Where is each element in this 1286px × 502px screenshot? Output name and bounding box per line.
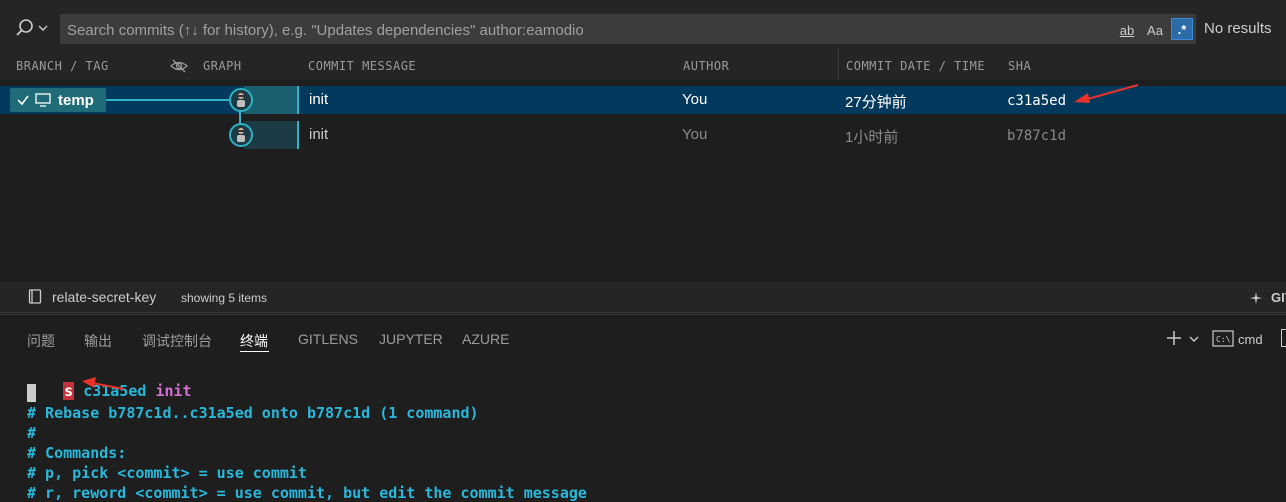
shell-name[interactable]: cmd [1238, 332, 1263, 347]
regex-toggle[interactable]: .* [1171, 18, 1193, 40]
repo-icon [28, 289, 42, 304]
match-case-toggle[interactable]: Aa [1143, 20, 1167, 40]
column-commit-message[interactable]: COMMIT MESSAGE [308, 59, 416, 73]
terminal-line: # Commands: [27, 444, 127, 462]
commit-search-bar: ab Aa .* No results [0, 0, 1286, 56]
search-icon [16, 19, 33, 36]
graph-status-bar: relate-secret-key showing 5 items GIT [0, 282, 1286, 313]
search-input[interactable] [65, 18, 1109, 42]
match-case-label: Aa [1147, 22, 1163, 38]
commit-message: init [309, 126, 329, 143]
repo-name[interactable]: relate-secret-key [52, 289, 156, 305]
avatar-icon [237, 93, 245, 107]
search-mode-toggle[interactable] [14, 14, 54, 42]
terminal-line: # r, reword <commit> = use commit, but e… [27, 484, 587, 502]
search-input-box: ab Aa .* [60, 14, 1196, 44]
showing-count: showing 5 items [181, 291, 268, 305]
match-whole-word-toggle[interactable]: ab [1115, 20, 1139, 40]
tab-problems[interactable]: 问题 [27, 331, 55, 351]
commit-sha: c31a5ed [1007, 93, 1067, 109]
sparkle-icon [1250, 292, 1262, 304]
monitor-icon [35, 93, 51, 107]
column-divider [838, 48, 839, 80]
commit-node-avatar[interactable] [229, 88, 253, 112]
terminal-shell-icon: C:\ [1212, 330, 1234, 347]
plus-icon[interactable] [1165, 329, 1183, 347]
tab-output[interactable]: 输出 [84, 331, 112, 351]
rebase-action: s [63, 382, 75, 400]
commit-message: init [309, 91, 329, 108]
commit-node-avatar[interactable] [229, 123, 253, 147]
column-author[interactable]: AUTHOR [683, 59, 729, 73]
terminal-cursor [27, 384, 36, 402]
commit-graph-header: BRANCH / TAG GRAPH COMMIT MESSAGE AUTHOR… [0, 56, 1286, 80]
column-graph[interactable]: GRAPH [203, 59, 242, 73]
avatar-icon [237, 128, 245, 142]
branch-label-temp[interactable]: temp [10, 88, 106, 112]
checkmark-icon [17, 95, 29, 106]
active-tab-underline [240, 351, 269, 352]
graph-row-marker [297, 86, 299, 114]
rebase-commit-message: init [155, 382, 192, 400]
svg-text:C:\: C:\ [1216, 335, 1231, 344]
annotation-arrow [1074, 84, 1139, 103]
commit-row[interactable]: init You 1小时前 b787c1d [0, 121, 1286, 149]
panel-tabbar: 问题 输出 调试控制台 终端 GITLENS JUPYTER AZURE C:\… [0, 314, 1286, 355]
column-sha[interactable]: SHA [1008, 59, 1031, 73]
regex-label: .* [1177, 21, 1187, 37]
commit-date: 1小时前 [845, 129, 899, 146]
terminal-line: # Rebase b787c1d..c31a5ed onto b787c1d (… [27, 404, 479, 422]
chevron-down-icon[interactable] [1189, 334, 1199, 344]
graph-row-marker [297, 121, 299, 149]
whole-word-label: ab [1119, 22, 1135, 38]
commit-sha: b787c1d [1007, 128, 1067, 144]
terminal-line: # p, pick <commit> = use commit [27, 464, 307, 482]
tab-terminal[interactable]: 终端 [240, 331, 268, 351]
terminal-line: # [27, 424, 37, 442]
split-terminal-icon[interactable] [1281, 329, 1286, 347]
eye-off-icon[interactable] [170, 58, 188, 74]
column-commit-date[interactable]: COMMIT DATE / TIME [846, 59, 985, 73]
branch-connector-line [106, 99, 230, 101]
search-results-count: No results [1204, 20, 1272, 37]
terminal-output[interactable]: s c31a5ed init # Rebase b787c1d..c31a5ed… [0, 354, 1286, 502]
gitlens-status[interactable]: GIT [1271, 290, 1286, 305]
branch-name: temp [58, 91, 94, 109]
chevron-down-icon [38, 25, 48, 31]
column-branch-tag[interactable]: BRANCH / TAG [16, 59, 109, 73]
annotation-arrow [82, 377, 125, 390]
commit-author: You [682, 91, 708, 108]
tab-gitlens[interactable]: GITLENS [298, 331, 358, 347]
commit-date: 27分钟前 [845, 94, 907, 111]
tab-azure[interactable]: AZURE [462, 331, 509, 347]
tab-jupyter[interactable]: JUPYTER [379, 331, 443, 347]
tab-debug-console[interactable]: 调试控制台 [142, 331, 212, 351]
commit-author: You [682, 126, 708, 143]
